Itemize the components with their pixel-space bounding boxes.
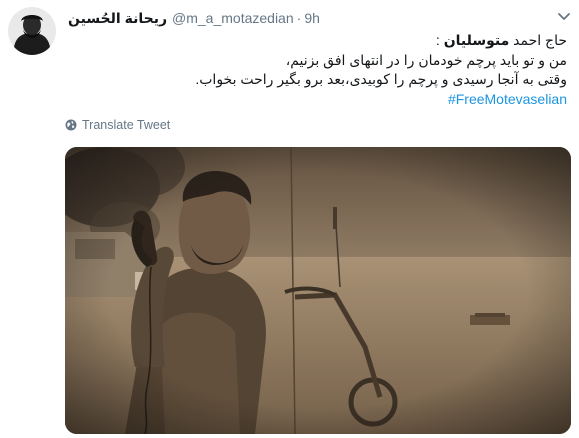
tweet-text-line-2: من و تو باید پرچم خودمان را در انتهای اف… xyxy=(285,51,567,68)
tweet-text-line-1: حاج احمد متوسلیان : xyxy=(67,31,567,51)
tweet-text-line-3: وقتی به آنجا رسیدی و پرچم را کوبیدی،بعد … xyxy=(195,71,567,87)
translate-tweet-label: Translate Tweet xyxy=(82,118,171,132)
avatar[interactable] xyxy=(8,7,56,55)
separator-dot: · xyxy=(296,10,302,26)
tweet-text-suffix: : xyxy=(435,32,444,48)
tweet-text-bold-name: متوسلیان xyxy=(443,32,510,48)
hashtag-link[interactable]: #FreeMotevaselian xyxy=(67,90,567,110)
chevron-down-icon[interactable] xyxy=(556,10,572,24)
author-display-name[interactable]: ریحانة الحُسین xyxy=(68,10,167,27)
tweet-header: ریحانة الحُسین @m_a_motazedian · 9h xyxy=(68,10,320,27)
tweet-text: حاج احمد متوسلیان : من و تو باید پرچم خو… xyxy=(67,31,567,109)
author-handle[interactable]: @m_a_motazedian xyxy=(172,10,294,26)
tweet-photo[interactable] xyxy=(65,147,571,434)
tweet-timestamp[interactable]: 9h xyxy=(304,10,320,26)
globe-icon xyxy=(65,119,77,131)
tweet-card[interactable]: ریحانة الحُسین @m_a_motazedian · 9h حاج … xyxy=(0,0,579,438)
tweet-text-prefix: حاج احمد xyxy=(509,32,567,48)
translate-tweet-button[interactable]: Translate Tweet xyxy=(65,118,170,132)
